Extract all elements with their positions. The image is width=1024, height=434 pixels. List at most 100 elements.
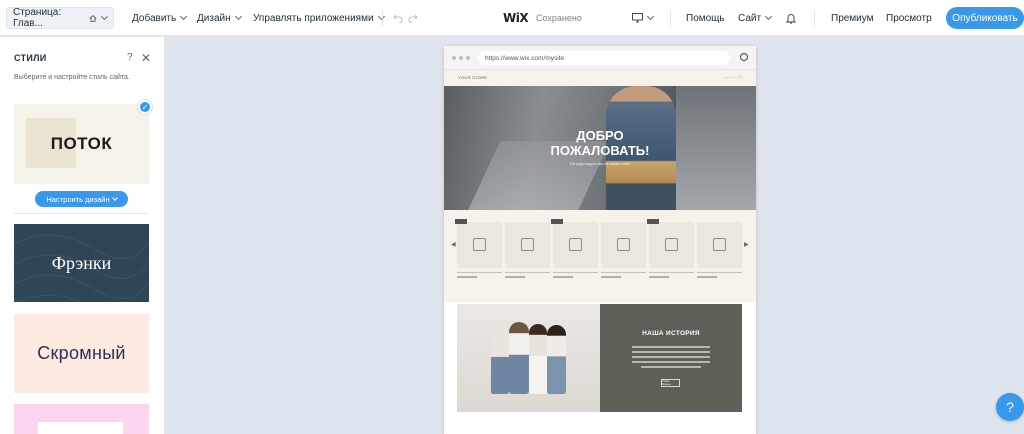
menu-design[interactable]: Дизайн	[197, 0, 242, 36]
style-card-potok[interactable]: ПОТОК	[14, 104, 149, 184]
style-card-label: Скромный	[37, 343, 126, 363]
product-text	[553, 276, 573, 278]
menu-add[interactable]: Добавить	[132, 0, 188, 36]
premium-label: Премиум	[831, 12, 874, 24]
product-card[interactable]	[505, 222, 550, 268]
product-icon	[713, 238, 726, 251]
menu-design-label: Дизайн	[197, 12, 231, 24]
notifications-button[interactable]	[786, 0, 796, 36]
product-text	[697, 276, 717, 278]
divider	[14, 213, 149, 214]
products-gallery: ◀ ▶	[444, 210, 756, 302]
product-divider	[505, 272, 550, 273]
site-menu[interactable]: Сайт	[738, 0, 773, 36]
help-fab-button[interactable]: ?	[996, 393, 1024, 421]
device-switcher[interactable]	[632, 0, 655, 36]
chevron-down-icon	[765, 12, 773, 21]
preview-button[interactable]: Просмотр	[886, 0, 932, 36]
window-dot	[452, 56, 456, 60]
product-text	[505, 276, 525, 278]
product-divider	[697, 272, 742, 273]
panel-title: СТИЛИ	[14, 53, 47, 63]
panel-help-icon[interactable]: ?	[127, 52, 133, 63]
product-text	[601, 276, 621, 278]
bell-icon	[786, 13, 796, 23]
divider	[814, 10, 815, 26]
panel-close-icon[interactable]: ✕	[141, 51, 151, 65]
gallery-next-icon[interactable]: ▶	[744, 241, 749, 248]
product-card[interactable]	[455, 219, 502, 268]
story-person	[491, 326, 509, 394]
site-preview[interactable]: https://www.wix.com/mysite YOUR STORE — …	[444, 46, 756, 434]
menu-manage-apps[interactable]: Управлять приложениями	[253, 0, 385, 36]
redo-button[interactable]	[408, 0, 418, 36]
hero-section: ДОБРО ПОЖАЛОВАТЬ! Мы рады видеть вас на …	[444, 86, 756, 210]
window-dot	[466, 56, 470, 60]
help-fab-label: ?	[1006, 399, 1014, 415]
hero-title: ДОБРО ПОЖАЛОВАТЬ!	[444, 128, 756, 158]
undo-button[interactable]	[393, 0, 403, 36]
product-icon	[617, 238, 630, 251]
help-menu[interactable]: Помощь	[686, 0, 725, 36]
premium-button[interactable]: Премиум	[831, 0, 874, 36]
product-card[interactable]	[697, 222, 742, 268]
url-field: https://www.wix.com/mysite	[478, 51, 730, 65]
site-menu-label: Сайт	[738, 12, 762, 24]
wix-logo: WiX	[503, 0, 529, 36]
chevron-down-icon	[234, 12, 242, 21]
url-text: https://www.wix.com/mysite	[485, 54, 565, 62]
story-button[interactable]: Узнать больше	[661, 379, 680, 387]
chevron-down-icon	[646, 12, 655, 21]
style-card-frenki[interactable]: Фрэнки	[14, 224, 149, 302]
product-text	[457, 276, 477, 278]
site-logo: YOUR STORE	[458, 75, 488, 80]
style-card-pink[interactable]	[14, 404, 149, 434]
zoom-icon[interactable]	[740, 53, 748, 61]
product-divider	[457, 272, 502, 273]
chevron-down-icon	[101, 13, 109, 20]
publish-button[interactable]: Опубликовать	[946, 7, 1024, 29]
style-card-skromny[interactable]: Скромный	[14, 314, 149, 393]
product-tag	[647, 219, 659, 224]
hero-title-line-2: ПОЖАЛОВАТЬ!	[550, 143, 650, 158]
redo-icon	[408, 14, 418, 23]
panel-subtitle: Выберите и настройте стиль сайта.	[14, 74, 130, 81]
story-text-line	[632, 356, 710, 358]
story-person	[547, 325, 566, 394]
product-card[interactable]	[601, 222, 646, 268]
site-header: YOUR STORE — — — ▢	[444, 70, 756, 86]
product-icon	[473, 238, 486, 251]
customize-design-button[interactable]: Настроить дизайн	[35, 191, 128, 207]
product-card[interactable]	[647, 219, 694, 268]
editor-topbar: Страница: Глав... Добавить Дизайн Управл…	[0, 0, 1024, 36]
story-text-line	[632, 346, 710, 348]
publish-label: Опубликовать	[952, 12, 1018, 24]
customize-design-label: Настроить дизайн	[46, 194, 110, 204]
page-selector[interactable]: Страница: Глав...	[6, 7, 114, 29]
save-status: Сохранено	[536, 0, 582, 36]
hero-subtitle: Мы рады видеть вас на нашем сайте	[569, 162, 631, 166]
style-card-label: Фрэнки	[51, 252, 112, 273]
story-text-line	[641, 366, 701, 368]
product-icon	[569, 238, 582, 251]
chevron-down-icon	[180, 12, 188, 21]
menu-manage-apps-label: Управлять приложениями	[253, 12, 374, 24]
style-card-decoration	[38, 422, 123, 434]
product-card[interactable]	[551, 219, 598, 268]
story-title: НАША ИСТОРИЯ	[642, 330, 700, 337]
gallery-prev-icon[interactable]: ◀	[451, 241, 456, 248]
product-divider	[553, 272, 598, 273]
product-icon	[521, 238, 534, 251]
story-photo	[457, 304, 600, 412]
product-text	[649, 276, 669, 278]
divider	[670, 10, 671, 26]
browser-bar: https://www.wix.com/mysite	[444, 46, 756, 70]
product-icon	[665, 238, 678, 251]
styles-panel: СТИЛИ ? ✕ Выберите и настройте стиль сай…	[0, 37, 165, 434]
help-menu-label: Помощь	[686, 12, 725, 24]
product-tag	[455, 219, 467, 224]
window-dot	[459, 56, 463, 60]
chevron-down-icon	[111, 194, 118, 201]
story-box: НАША ИСТОРИЯ Узнать больше	[600, 304, 742, 412]
story-person	[529, 324, 547, 394]
